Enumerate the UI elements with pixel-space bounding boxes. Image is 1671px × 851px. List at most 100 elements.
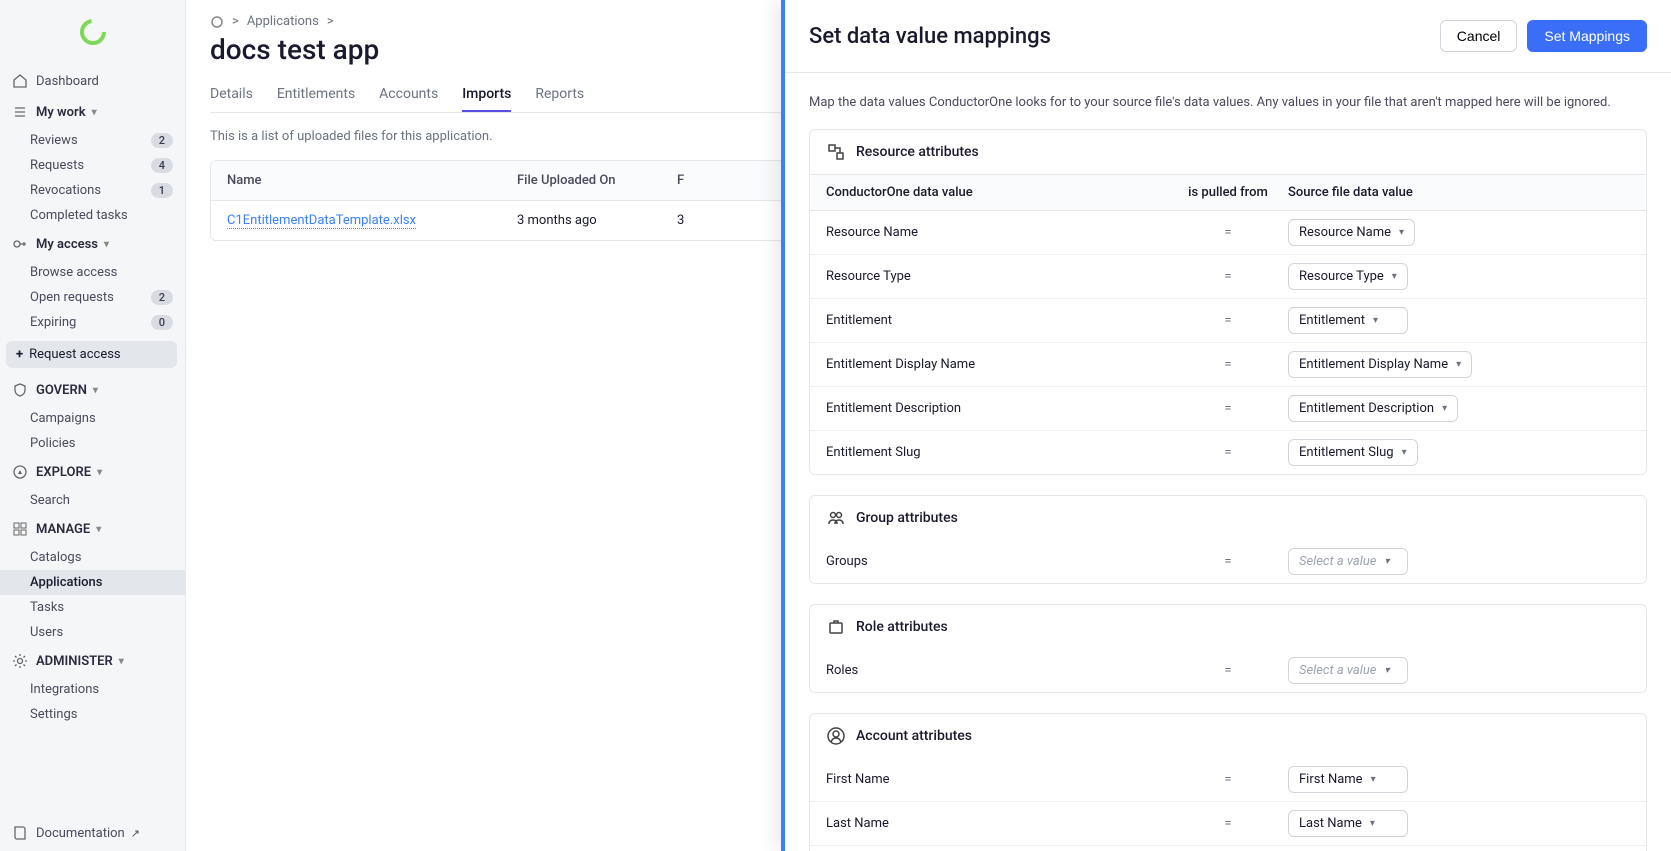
chevron-down-icon: ▾ bbox=[97, 467, 102, 478]
map-eq: = bbox=[1168, 663, 1288, 678]
nav-my-access[interactable]: My access ▾ bbox=[0, 228, 185, 260]
map-src: Entitlement bbox=[826, 313, 1168, 328]
col-extra: F bbox=[661, 161, 700, 200]
panel-actions: Cancel Set Mappings bbox=[1440, 20, 1647, 52]
breadcrumb-applications[interactable]: Applications bbox=[247, 14, 319, 29]
section-role-head: Role attributes bbox=[810, 605, 1646, 649]
map-eq: = bbox=[1168, 772, 1288, 787]
map-src: Entitlement Display Name bbox=[826, 357, 1168, 372]
map-src: First Name bbox=[826, 772, 1168, 787]
nav-my-access-label: My access bbox=[36, 237, 98, 252]
nav-govern[interactable]: GOVERN ▾ bbox=[0, 374, 185, 406]
nav-search[interactable]: Search bbox=[0, 488, 185, 513]
chevron-down-icon: ▾ bbox=[1402, 447, 1407, 458]
map-row: Entitlement Description=Entitlement Desc… bbox=[810, 386, 1646, 430]
breadcrumb-home-icon[interactable] bbox=[210, 15, 224, 29]
logo bbox=[79, 18, 107, 46]
map-dst-value: First Name bbox=[1299, 772, 1363, 787]
request-access-button[interactable]: + Request access bbox=[6, 341, 177, 368]
nav-documentation[interactable]: Documentation ↗ bbox=[0, 815, 185, 851]
nav-revocations[interactable]: Revocations1 bbox=[0, 178, 185, 203]
map-col-pulled: is pulled from bbox=[1168, 185, 1288, 200]
nav-integrations[interactable]: Integrations bbox=[0, 677, 185, 702]
map-dst-select[interactable]: Entitlement▾ bbox=[1288, 307, 1408, 334]
home-icon bbox=[12, 73, 28, 89]
set-mappings-button[interactable]: Set Mappings bbox=[1527, 20, 1647, 52]
book-icon bbox=[12, 825, 28, 841]
map-header: ConductorOne data value is pulled from S… bbox=[810, 174, 1646, 211]
nav-my-work[interactable]: My work ▾ bbox=[0, 96, 185, 128]
map-dst-select[interactable]: Last Name▾ bbox=[1288, 810, 1408, 837]
chevron-down-icon: ▾ bbox=[1384, 556, 1389, 567]
map-eq: = bbox=[1168, 445, 1288, 460]
map-dst-select[interactable]: Entitlement Slug▾ bbox=[1288, 439, 1418, 466]
map-row: Resource Type=Resource Type▾ bbox=[810, 254, 1646, 298]
map-dst-select[interactable]: Resource Name▾ bbox=[1288, 219, 1415, 246]
nav-explore[interactable]: EXPLORE ▾ bbox=[0, 456, 185, 488]
map-dst-select[interactable]: First Name▾ bbox=[1288, 766, 1408, 793]
chevron-down-icon: ▾ bbox=[1370, 818, 1375, 829]
nav-catalogs[interactable]: Catalogs bbox=[0, 545, 185, 570]
chevron-down-icon: ▾ bbox=[96, 524, 101, 535]
badge-reviews: 2 bbox=[151, 133, 173, 148]
map-src: Resource Name bbox=[826, 225, 1168, 240]
sidebar: Dashboard My work ▾ Reviews2 Requests4 R… bbox=[0, 0, 186, 851]
nav-users[interactable]: Users bbox=[0, 620, 185, 645]
chevron-down-icon: ▾ bbox=[1442, 403, 1447, 414]
map-dst-value: Resource Type bbox=[1299, 269, 1384, 284]
nav-reviews[interactable]: Reviews2 bbox=[0, 128, 185, 153]
map-src: Groups bbox=[826, 554, 1168, 569]
nav-campaigns[interactable]: Campaigns bbox=[0, 406, 185, 431]
map-dst-value: Select a value bbox=[1299, 663, 1376, 678]
nav-applications[interactable]: Applications bbox=[0, 570, 185, 595]
tab-entitlements[interactable]: Entitlements bbox=[277, 78, 355, 112]
nav-explore-label: EXPLORE bbox=[36, 465, 91, 480]
nav-tasks[interactable]: Tasks bbox=[0, 595, 185, 620]
map-col-c1: ConductorOne data value bbox=[826, 185, 1168, 200]
map-eq: = bbox=[1168, 225, 1288, 240]
nav-completed-tasks[interactable]: Completed tasks bbox=[0, 203, 185, 228]
nav-manage[interactable]: MANAGE ▾ bbox=[0, 513, 185, 545]
map-row: Entitlement Slug=Entitlement Slug▾ bbox=[810, 430, 1646, 474]
tab-accounts[interactable]: Accounts bbox=[379, 78, 438, 112]
resource-icon bbox=[826, 142, 846, 162]
section-resource: Resource attributes ConductorOne data va… bbox=[809, 129, 1647, 475]
plus-icon: + bbox=[16, 347, 23, 362]
tab-details[interactable]: Details bbox=[210, 78, 253, 112]
map-dst-select[interactable]: Entitlement Description ▾ bbox=[1288, 395, 1458, 422]
map-col-source: Source file data value bbox=[1288, 185, 1630, 200]
map-dst-select[interactable]: Entitlement Display Name▾ bbox=[1288, 351, 1472, 378]
map-eq: = bbox=[1168, 554, 1288, 569]
chevron-down-icon: ▾ bbox=[119, 656, 124, 667]
tab-reports[interactable]: Reports bbox=[535, 78, 584, 112]
tab-imports[interactable]: Imports bbox=[462, 78, 511, 112]
section-group: Group attributes Groups=Select a value▾ bbox=[809, 495, 1647, 584]
map-row: Entitlement=Entitlement▾ bbox=[810, 298, 1646, 342]
file-link[interactable]: C1EntitlementDataTemplate.xlsx bbox=[227, 213, 416, 229]
cancel-button[interactable]: Cancel bbox=[1440, 20, 1518, 52]
map-src: Resource Type bbox=[826, 269, 1168, 284]
nav-requests[interactable]: Requests4 bbox=[0, 153, 185, 178]
nav-policies[interactable]: Policies bbox=[0, 431, 185, 456]
badge-requests: 4 bbox=[151, 158, 173, 173]
nav-administer[interactable]: ADMINISTER ▾ bbox=[0, 645, 185, 677]
external-link-icon: ↗ bbox=[131, 827, 140, 840]
map-eq: = bbox=[1168, 357, 1288, 372]
map-dst-select[interactable]: Resource Type ▾ bbox=[1288, 263, 1408, 290]
key-icon bbox=[12, 236, 28, 252]
nav-expiring[interactable]: Expiring0 bbox=[0, 310, 185, 335]
gear-icon bbox=[12, 653, 28, 669]
chevron-down-icon: ▾ bbox=[93, 385, 98, 396]
nav-open-requests[interactable]: Open requests2 bbox=[0, 285, 185, 310]
col-name: Name bbox=[211, 161, 501, 200]
chevron-down-icon: ▾ bbox=[1456, 359, 1461, 370]
map-dst-select[interactable]: Select a value▾ bbox=[1288, 657, 1408, 684]
chevron-down-icon: ▾ bbox=[1392, 271, 1397, 282]
nav-browse-access[interactable]: Browse access bbox=[0, 260, 185, 285]
nav-dashboard[interactable]: Dashboard bbox=[0, 66, 185, 96]
map-dst-value: Entitlement Description bbox=[1299, 401, 1434, 416]
map-src: Roles bbox=[826, 663, 1168, 678]
map-dst-select[interactable]: Select a value▾ bbox=[1288, 548, 1408, 575]
nav-settings[interactable]: Settings bbox=[0, 702, 185, 727]
map-src: Last Name bbox=[826, 816, 1168, 831]
